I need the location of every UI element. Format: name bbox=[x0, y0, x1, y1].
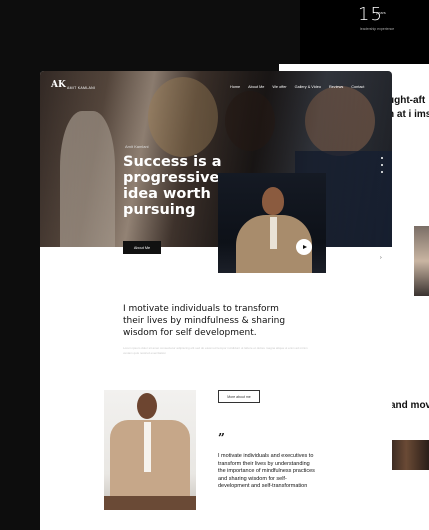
back-card-heading: ught-aft h at i ims bbox=[388, 94, 429, 122]
speaker-tie bbox=[270, 217, 277, 249]
logo-text[interactable]: AMIT KAMLANI bbox=[67, 86, 95, 90]
intro-subtext: Lorem ipsum dolor sit amet consectetur a… bbox=[123, 346, 308, 355]
intro-heading: I motivate individuals to transform thei… bbox=[123, 304, 286, 338]
back-card-photo bbox=[414, 226, 429, 296]
speaker-head bbox=[262, 187, 284, 215]
speaker-photo bbox=[104, 390, 196, 510]
nav-reviews[interactable]: Reviews bbox=[329, 85, 343, 89]
back-card-heading-bottom: and movi bbox=[390, 400, 429, 411]
video-thumbnail[interactable] bbox=[218, 173, 326, 273]
about-me-button[interactable]: About Me bbox=[123, 241, 161, 254]
nav-home[interactable]: Home bbox=[230, 85, 240, 89]
more-about-me-button[interactable]: More about me bbox=[218, 390, 260, 403]
main-nav: Home About Me We offer Gallery & Video R… bbox=[230, 85, 364, 89]
logo-icon[interactable]: AK bbox=[51, 80, 66, 93]
slider-dot[interactable] bbox=[381, 171, 383, 173]
back-card-heading-line2: h at i ims bbox=[388, 109, 429, 120]
quote-icon: ” bbox=[218, 431, 225, 445]
nav-about-me[interactable]: About Me bbox=[248, 85, 264, 89]
back-card-photo-bottom bbox=[391, 440, 429, 470]
hero-title: Success is a progressive idea worth purs… bbox=[123, 154, 222, 218]
hero-slider-dots[interactable] bbox=[381, 157, 383, 173]
hero-section: AK AMIT KAMLANI Home About Me We offer G… bbox=[40, 71, 392, 247]
speaker-head bbox=[137, 393, 157, 419]
quote-text: I motivate individuals and executives to… bbox=[218, 453, 315, 490]
chevron-right-icon[interactable]: › bbox=[380, 255, 382, 261]
hero-eyebrow: Amit Kamlani bbox=[125, 144, 149, 149]
website-mockup-card: AK AMIT KAMLANI Home About Me We offer G… bbox=[40, 71, 392, 530]
play-icon[interactable] bbox=[296, 239, 312, 255]
stat-label: leadership experience bbox=[360, 27, 395, 31]
slider-dot[interactable] bbox=[381, 157, 383, 159]
nav-we-offer[interactable]: We offer bbox=[272, 85, 286, 89]
slider-dot[interactable] bbox=[381, 164, 383, 166]
nav-contact[interactable]: Contact bbox=[351, 85, 364, 89]
stat-unit: years bbox=[376, 10, 386, 15]
nav-gallery-video[interactable]: Gallery & Video bbox=[295, 85, 321, 89]
speaker-shirt bbox=[144, 422, 151, 472]
back-card-heading-line1: ught-aft bbox=[388, 95, 426, 106]
stage-floor bbox=[104, 496, 196, 510]
